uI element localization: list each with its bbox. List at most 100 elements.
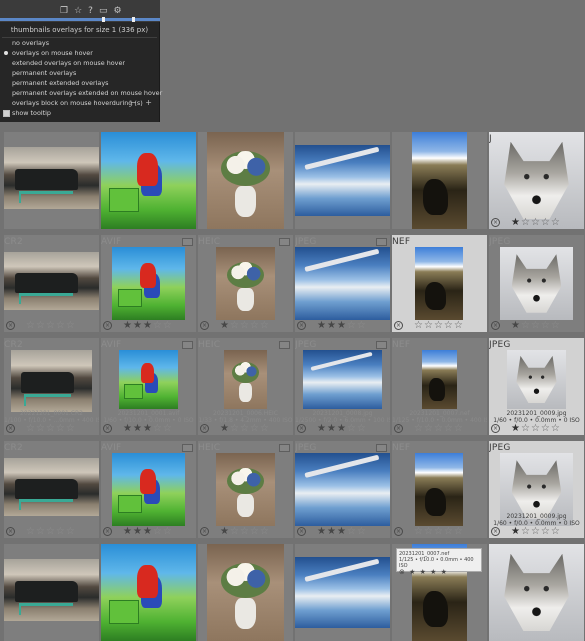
star-rating[interactable]: ★★★☆☆ bbox=[317, 321, 367, 331]
reject-icon[interactable]: × bbox=[491, 424, 500, 433]
star-icon[interactable]: ☆ bbox=[531, 217, 541, 228]
thumbnail-cell[interactable] bbox=[4, 544, 99, 641]
menu-item-5[interactable]: permanent overlays extended on mouse hov… bbox=[0, 88, 162, 98]
star-icon[interactable]: ☆ bbox=[230, 320, 240, 331]
star-icon[interactable]: ☆ bbox=[240, 423, 250, 434]
thumbnail-image[interactable] bbox=[489, 544, 584, 641]
star-rating[interactable]: ☆☆☆☆☆ bbox=[414, 321, 464, 331]
star-rating[interactable]: ★☆☆☆☆ bbox=[220, 527, 270, 537]
star-rating[interactable]: ☆☆☆☆☆ bbox=[414, 527, 464, 537]
star-icon[interactable]: ★ bbox=[123, 526, 133, 537]
star-icon[interactable]: ☆ bbox=[531, 526, 541, 537]
menu-item-1[interactable]: overlays on mouse hover bbox=[0, 48, 159, 58]
thumbnail-cell[interactable]: CR2 × ☆☆☆☆☆ bbox=[4, 235, 99, 332]
thumbnail-cell[interactable]: NEF × ☆☆☆☆☆ bbox=[392, 235, 487, 332]
star-icon[interactable]: ☆ bbox=[153, 526, 163, 537]
star-icon[interactable]: ☆ bbox=[521, 526, 531, 537]
reject-icon[interactable]: × bbox=[200, 321, 209, 330]
thumbnail-image[interactable] bbox=[489, 132, 584, 229]
thumbnail-cell[interactable]: CR2 20221201_0001.CR2 1/100 • f/10.0 • ...… bbox=[4, 338, 99, 435]
star-icon[interactable]: ★ bbox=[133, 320, 143, 331]
star-icon[interactable]: ☆ bbox=[357, 526, 367, 537]
star-rating[interactable]: ☆☆☆☆☆ bbox=[26, 424, 76, 434]
thumbnail-cell[interactable]: JPEG × ★★★☆☆ bbox=[295, 235, 390, 332]
thumbnail-cell[interactable] bbox=[295, 132, 390, 229]
star-icon[interactable]: ☆ bbox=[56, 526, 66, 537]
star-rating[interactable]: ★★★☆☆ bbox=[123, 321, 173, 331]
star-rating[interactable]: ★★★☆☆ bbox=[317, 424, 367, 434]
star-icon[interactable]: ★ bbox=[220, 423, 230, 434]
star-icon[interactable]: ☆ bbox=[424, 423, 434, 434]
show-tooltip-checkbox[interactable] bbox=[3, 110, 10, 117]
star-icon[interactable]: ☆ bbox=[250, 423, 260, 434]
star-rating[interactable]: ★☆☆☆☆ bbox=[511, 218, 561, 228]
show-tooltip-option[interactable]: show tooltip bbox=[0, 108, 159, 118]
star-rating[interactable]: ☆☆☆☆☆ bbox=[414, 424, 464, 434]
reject-icon[interactable]: × bbox=[200, 527, 209, 536]
menu-item-2[interactable]: extended overlays on mouse hover bbox=[0, 58, 159, 68]
thumbnail-image[interactable] bbox=[216, 453, 275, 526]
star-icon[interactable]: ☆ bbox=[454, 526, 464, 537]
star-icon[interactable]: ★ bbox=[143, 320, 153, 331]
thumbnail-image[interactable] bbox=[295, 453, 390, 526]
thumbnail-image[interactable] bbox=[415, 453, 463, 526]
thumbnail-cell[interactable] bbox=[101, 132, 196, 229]
thumbnail-image[interactable] bbox=[295, 247, 390, 320]
thumbnail-cell[interactable] bbox=[489, 544, 584, 641]
thumbnail-cell[interactable]: AVIF × ★★★☆☆ bbox=[101, 441, 196, 538]
group-icon[interactable] bbox=[376, 444, 387, 452]
thumbnail-image[interactable] bbox=[4, 147, 99, 209]
gear-icon[interactable]: ⚙ bbox=[113, 6, 127, 16]
group-icon[interactable] bbox=[376, 238, 387, 246]
thumbnail-image[interactable] bbox=[412, 132, 467, 229]
group-icon[interactable] bbox=[279, 444, 290, 452]
star-icon[interactable]: ☆ bbox=[444, 320, 454, 331]
thumbnail-cell[interactable] bbox=[392, 132, 487, 229]
thumbnail-cell[interactable]: JPEG × ★☆☆☆☆ bbox=[489, 235, 584, 332]
star-icon[interactable]: ☆ bbox=[36, 423, 46, 434]
star-icon[interactable]: ☆ bbox=[66, 320, 76, 331]
thumbnail-cell[interactable]: 20231201_0007.nef 1/125 • f/10.0 • 0.0mm … bbox=[392, 544, 487, 641]
star-icon[interactable]: ☆ bbox=[56, 423, 66, 434]
star-icon[interactable]: ☆ bbox=[551, 320, 561, 331]
star-icon[interactable]: ☆ bbox=[240, 320, 250, 331]
star-icon[interactable]: ☆ bbox=[357, 423, 367, 434]
reject-icon[interactable]: × bbox=[394, 321, 403, 330]
star-icon[interactable]: ☆ bbox=[444, 423, 454, 434]
group-icon[interactable] bbox=[182, 444, 193, 452]
thumbnail-cell[interactable] bbox=[101, 544, 196, 641]
thumbnail-image[interactable] bbox=[224, 350, 267, 409]
thumbnail-cell[interactable]: JPEG × ★★★☆☆ bbox=[295, 441, 390, 538]
thumbnail-image[interactable] bbox=[216, 247, 275, 320]
star-icon[interactable]: ★ bbox=[143, 423, 153, 434]
star-icon[interactable]: ☆ bbox=[153, 423, 163, 434]
star-icon[interactable]: ☆ bbox=[541, 526, 551, 537]
thumbnail-image[interactable] bbox=[112, 247, 185, 320]
group-icon[interactable] bbox=[279, 341, 290, 349]
star-icon[interactable]: ☆ bbox=[230, 423, 240, 434]
reject-icon[interactable]: × bbox=[394, 527, 403, 536]
star-icon[interactable]: ☆ bbox=[347, 423, 357, 434]
reject-icon[interactable]: × bbox=[103, 424, 112, 433]
star-icon[interactable]: ★ bbox=[143, 526, 153, 537]
thumbnail-cell[interactable] bbox=[4, 132, 99, 229]
star-rating[interactable]: ☆☆☆☆☆ bbox=[26, 321, 76, 331]
thumbnail-cell[interactable] bbox=[295, 544, 390, 641]
thumbnail-image[interactable] bbox=[112, 453, 185, 526]
star-rating[interactable]: ★☆☆☆☆ bbox=[511, 321, 561, 331]
star-icon[interactable]: ☆ bbox=[444, 526, 454, 537]
thumbnail-cell[interactable]: J × ★☆☆☆☆ bbox=[489, 132, 584, 229]
thumbnail-cell[interactable]: JPEG 20231201_0009.jpg 1/60 • f/0.0 • 0.0m… bbox=[489, 338, 584, 435]
group-icon[interactable] bbox=[376, 341, 387, 349]
star-icon[interactable]: ☆ bbox=[163, 423, 173, 434]
star-icon[interactable]: ☆ bbox=[163, 320, 173, 331]
thumbnail-image[interactable] bbox=[507, 350, 566, 409]
star-icon[interactable]: ☆ bbox=[434, 526, 444, 537]
thumbnail-image[interactable] bbox=[101, 544, 196, 641]
star-icon[interactable]: ☆ bbox=[36, 526, 46, 537]
reject-icon[interactable]: × bbox=[6, 321, 15, 330]
star-icon[interactable]: ★ bbox=[133, 526, 143, 537]
star-icon[interactable]: ☆ bbox=[521, 217, 531, 228]
size-slider[interactable] bbox=[0, 17, 160, 22]
thumbnail-image[interactable] bbox=[415, 247, 463, 320]
